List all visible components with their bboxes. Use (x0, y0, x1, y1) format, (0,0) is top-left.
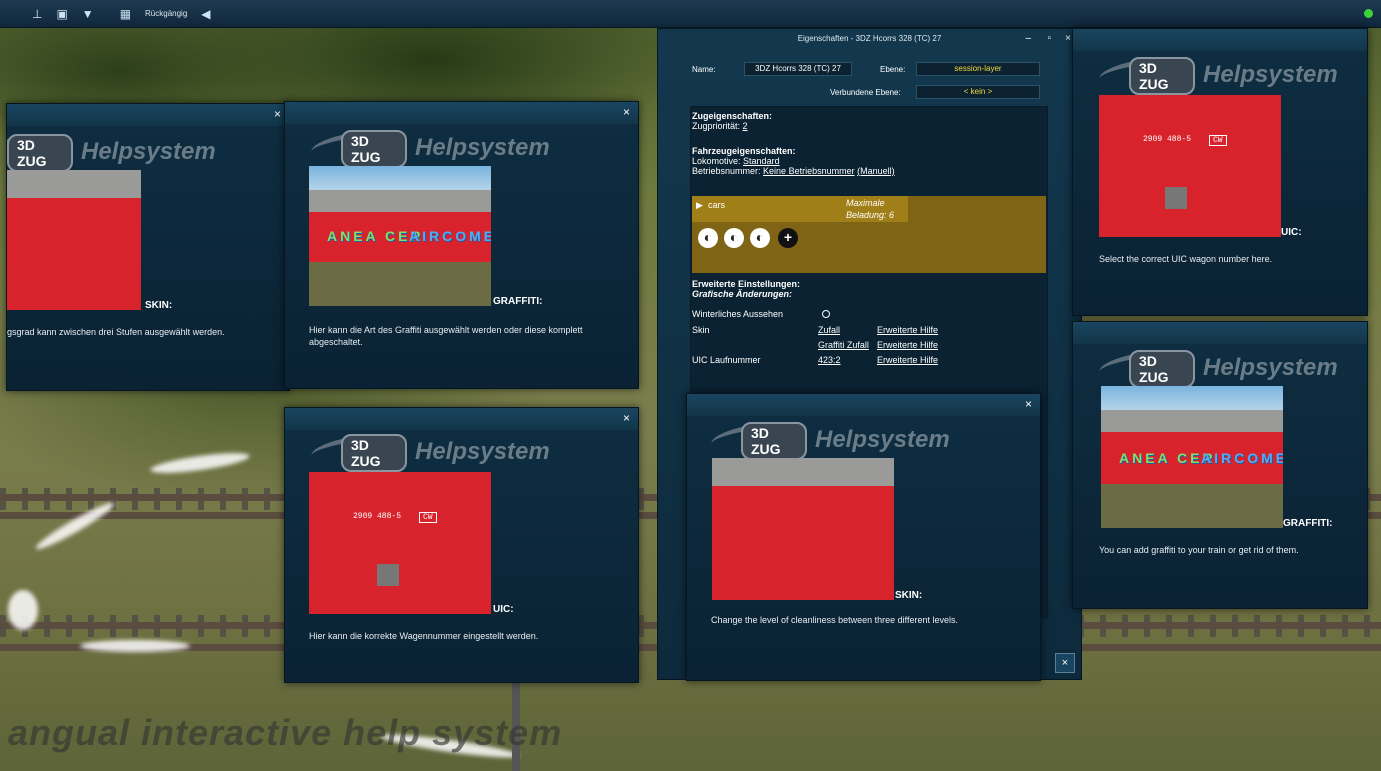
skin-caption: SKIN: (895, 590, 923, 601)
panel-titlebar[interactable]: × (7, 104, 289, 126)
graffiti-description: You can add graffiti to your train or ge… (1099, 545, 1299, 555)
helpsystem-logo: 3D ZUG Helpsystem (309, 429, 550, 472)
skin-caption: SKIN: (145, 300, 173, 311)
graffiti-caption: GRAFFITI: (493, 296, 543, 307)
train-priority-link[interactable]: 2 (743, 121, 748, 131)
layer-select[interactable]: session-layer (916, 62, 1040, 76)
linked-layer-select[interactable]: < kein > (916, 85, 1040, 99)
skin-preview-image (712, 458, 894, 600)
add-wagon-icon[interactable]: + (778, 228, 798, 248)
name-label: Name: (692, 65, 716, 74)
skin-description: Change the level of cleanliness between … (711, 615, 958, 625)
linked-layer-label: Verbundene Ebene: (830, 88, 901, 97)
close-icon[interactable]: × (623, 411, 630, 425)
close-icon[interactable]: × (1025, 397, 1032, 411)
marker-icon[interactable]: ⊥ (32, 7, 42, 21)
top-toolbar: ⊥ ▣ ▼ ▦ Rückgängig ◀ (0, 0, 1381, 28)
edit-icon[interactable]: ▣ (56, 7, 67, 21)
help-panel-uic-de: × 3D ZUG Helpsystem 2909 488-5 CW UIC: Hi… (284, 407, 639, 683)
filter-icon[interactable]: ▼ (82, 7, 94, 21)
uic-preview-image: 2909 488-5 CW (1099, 95, 1281, 237)
uic-preview-image: 2909 488-5 CW (309, 472, 491, 614)
winter-radio[interactable] (822, 310, 830, 318)
graffiti-caption: GRAFFITI: (1283, 518, 1333, 529)
number-link[interactable]: Keine Betriebsnummer (763, 166, 855, 176)
graffiti-preview-image: ANEA CER AIRCOME (1101, 386, 1283, 528)
wagon-slot-icon[interactable]: ◐ (698, 228, 718, 248)
properties-title: Eigenschaften - 3DZ Hcorrs 328 (TC) 27 (797, 34, 942, 43)
load-label: Beladung: 6 (846, 210, 895, 220)
watermark-text: angual interactive help system (8, 712, 563, 753)
skin-label: Skin (692, 325, 710, 335)
uic-description: Select the correct UIC wagon number here… (1099, 254, 1273, 264)
loco-link[interactable]: Standard (743, 156, 780, 166)
wagon-slot-icon[interactable]: ◐ (724, 228, 744, 248)
panel-titlebar[interactable]: × (687, 394, 1040, 416)
graffiti-description: Hier kann die Art des Graffiti ausgewähl… (309, 325, 583, 348)
helpsystem-logo: 3D ZUG Helpsystem (709, 417, 950, 460)
graffiti-help-link[interactable]: Erweiterte Hilfe (877, 340, 938, 350)
help-panel-uic-en: 3D ZUG Helpsystem 2909 488-5 CW UIC: Sele… (1072, 28, 1368, 316)
train-props-section: Zugeigenschaften: Zugpriorität: 2 (692, 111, 773, 131)
graffiti-link[interactable]: Graffiti Zufall (818, 340, 869, 350)
uic-label: UIC Laufnummer (692, 355, 761, 365)
cars-label: cars (708, 200, 726, 210)
panel-titlebar[interactable] (1073, 29, 1367, 51)
helpsystem-logo: 3D ZUG Helpsystem (1097, 52, 1338, 95)
arrow-left-icon[interactable]: ◀ (201, 7, 210, 21)
graffiti-preview-image: ANEA CER AIRCOME (309, 166, 491, 306)
helpsystem-logo: 3D ZUG Helpsystem (309, 125, 550, 168)
skin-description: gsgrad kann zwischen drei Stufen ausgewä… (7, 327, 225, 337)
advanced-section: Erweiterte Einstellungen: Grafische Ände… (692, 279, 801, 299)
help-panel-graffiti-en: 3D ZUG Helpsystem ANEA CER AIRCOME GRAFFI… (1072, 321, 1368, 609)
uic-link[interactable]: 423:2 (818, 355, 841, 365)
uic-description: Hier kann die korrekte Wagennummer einge… (309, 631, 539, 641)
close-icon[interactable]: × (274, 107, 281, 121)
grid-icon[interactable]: ▦ (120, 7, 131, 21)
layer-label: Ebene: (880, 65, 906, 74)
light-marker (8, 590, 38, 630)
help-panel-graffiti-de: × 3D ZUG Helpsystem ANEA CER AIRCOME GRAF… (284, 101, 639, 389)
close-icon[interactable]: × (623, 105, 630, 119)
vehicle-props-section: Fahrzeugeigenschaften: Lokomotive: Stand… (692, 146, 895, 176)
help-panel-skin-en: × 3D ZUG Helpsystem SKIN: Change the leve… (686, 393, 1041, 681)
skin-link[interactable]: Zufall (818, 325, 840, 335)
number-manual-link[interactable]: (Manuell) (857, 166, 895, 176)
panel-titlebar[interactable] (1073, 322, 1367, 344)
undo-button[interactable]: Rückgängig (145, 9, 187, 18)
panel-titlebar[interactable]: × (285, 102, 638, 124)
name-field[interactable]: 3DZ Hcorrs 328 (TC) 27 (744, 62, 852, 76)
cars-panel: ▶ cars Maximale Beladung: 6 ◐ ◐ ◐ + (692, 196, 1046, 273)
uic-caption: UIC: (1281, 227, 1302, 238)
skin-preview-image (7, 170, 141, 310)
status-indicator-icon (1364, 9, 1373, 18)
minimize-icon[interactable]: – (1025, 29, 1031, 49)
light-marker (80, 640, 190, 652)
helpsystem-logo: 3D ZUG Helpsystem (1097, 345, 1338, 388)
helpsystem-logo: 3D ZUG Helpsystem (7, 129, 216, 172)
panel-titlebar[interactable]: × (285, 408, 638, 430)
close-button[interactable]: × (1055, 653, 1075, 673)
play-icon[interactable]: ▶ (696, 200, 703, 211)
properties-titlebar[interactable]: Eigenschaften - 3DZ Hcorrs 328 (TC) 27 –… (658, 29, 1081, 49)
maximize-icon[interactable]: ▫ (1047, 29, 1051, 49)
close-icon[interactable]: × (1065, 29, 1071, 49)
winter-label: Winterliches Aussehen (692, 309, 784, 319)
skin-help-link[interactable]: Erweiterte Hilfe (877, 325, 938, 335)
help-panel-skin-de: × 3D ZUG Helpsystem SKIN: gsgrad kann zwi… (6, 103, 290, 391)
wagon-slot-icon[interactable]: ◐ (750, 228, 770, 248)
uic-caption: UIC: (493, 604, 514, 615)
light-marker (149, 449, 251, 477)
max-load-label: Maximale (846, 198, 885, 208)
uic-help-link[interactable]: Erweiterte Hilfe (877, 355, 938, 365)
